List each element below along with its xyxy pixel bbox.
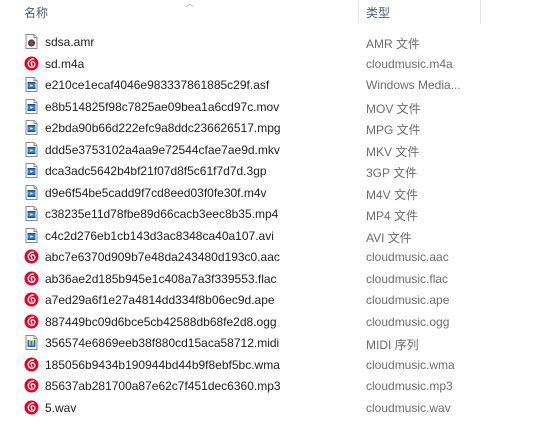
file-type: AMR 文件	[366, 37, 421, 51]
video-file-icon	[24, 141, 39, 157]
file-row[interactable]: e2bda90b66d222efc9a8ddc236626517.mpg MPG …	[0, 117, 534, 139]
file-name[interactable]: sdsa.amr	[45, 35, 94, 49]
windows-media-file-icon	[24, 77, 39, 92]
file-row[interactable]: sdsa.amr AMR 文件	[0, 31, 534, 53]
file-row[interactable]: c38235e11d78fbe89d66cacb3eec8b35.mp4 MP4 …	[0, 203, 534, 225]
file-name[interactable]: 887449bc09d6bce5cb42588db68fe2d8.ogg	[45, 315, 277, 329]
video-file-icon	[24, 98, 39, 114]
file-row[interactable]: e8b514825f98c7825ae09bea1a6cd97c.mov MOV …	[0, 96, 534, 118]
file-type: cloudmusic.wma	[366, 357, 455, 372]
file-name[interactable]: 185056b9434b190944bd44b9f8ebf5bc.wma	[45, 358, 280, 372]
video-file-icon	[24, 206, 39, 221]
file-type: Windows Media...	[366, 78, 461, 92]
file-name[interactable]: sd.m4a	[45, 57, 84, 71]
video-file-icon	[24, 120, 39, 135]
file-type: MPG 文件	[366, 123, 421, 137]
file-type: M4V 文件	[366, 187, 419, 202]
file-type: cloudmusic.mp3	[366, 379, 453, 393]
cloudmusic-icon	[24, 378, 39, 393]
file-row[interactable]: e210ce1ecaf4046e983337861885c29f.asf Wind…	[0, 74, 534, 96]
file-row[interactable]: 356574e6869eeb38f880cd15aca58712.midi MID…	[0, 332, 534, 354]
file-row[interactable]: dca3adc5642b4bf21f07d8f5c61f7d7d.3gp 3GP …	[0, 160, 534, 182]
cloudmusic-icon	[24, 271, 39, 286]
file-type: cloudmusic.aac	[366, 250, 449, 264]
file-type: cloudmusic.ape	[366, 293, 450, 307]
file-row[interactable]: 85637ab281700a87e62c7f451dec6360.mp3 clou…	[0, 375, 534, 397]
file-type: cloudmusic.m4a	[366, 56, 453, 71]
amr-file-icon	[24, 34, 39, 49]
file-type: MKV 文件	[366, 144, 420, 159]
file-row[interactable]: 5.wav cloudmusic.wav	[0, 397, 534, 419]
column-divider[interactable]	[358, 0, 359, 24]
file-type: cloudmusic.flac	[366, 271, 449, 286]
file-name[interactable]: a7ed29a6f1e27a4814dd334f8b06ec9d.ape	[45, 293, 275, 307]
file-name[interactable]: c4c2d276eb1cb143d3ac8348ca40a107.avi	[45, 229, 274, 243]
file-type: cloudmusic.ogg	[366, 314, 450, 329]
file-name[interactable]: e210ce1ecaf4046e983337861885c29f.asf	[45, 78, 269, 92]
video-file-icon	[24, 184, 39, 200]
cloudmusic-icon	[24, 400, 39, 415]
file-row[interactable]: d9e6f54be5cadd9f7cd8eed03f0fe30f.m4v M4V …	[0, 182, 534, 204]
column-divider[interactable]	[480, 0, 481, 24]
column-header-type[interactable]: 类型	[366, 4, 390, 21]
list-header: ︿ 名称 类型	[0, 0, 534, 24]
file-name[interactable]: abc7e6370d909b7e48da243480d193c0.aac	[45, 250, 280, 264]
file-row[interactable]: ab36ae2d185b945e1c408a7a3f339553.flac clo…	[0, 268, 534, 290]
file-type: MOV 文件	[366, 101, 421, 116]
sort-arrow-icon: ︿	[186, 0, 194, 8]
file-name[interactable]: 5.wav	[45, 401, 76, 415]
cloudmusic-icon	[24, 314, 39, 329]
file-row[interactable]: abc7e6370d909b7e48da243480d193c0.aac clou…	[0, 246, 534, 268]
cloudmusic-icon	[24, 357, 39, 372]
file-name[interactable]: d9e6f54be5cadd9f7cd8eed03f0fe30f.m4v	[45, 186, 267, 200]
file-name[interactable]: c38235e11d78fbe89d66cacb3eec8b35.mp4	[45, 207, 278, 221]
file-type: cloudmusic.wav	[366, 400, 451, 415]
column-header-name[interactable]: 名称	[24, 4, 48, 21]
file-type: AVI 文件	[366, 230, 412, 245]
file-name[interactable]: 85637ab281700a87e62c7f451dec6360.mp3	[45, 379, 281, 393]
file-list: sdsa.amr AMR 文件 sd.m4a cloudmusic.m4a e210ce…	[0, 31, 534, 418]
file-type: MIDI 序列	[366, 338, 419, 352]
file-name[interactable]: 356574e6869eeb38f880cd15aca58712.midi	[45, 336, 279, 350]
file-row[interactable]: a7ed29a6f1e27a4814dd334f8b06ec9d.ape clou…	[0, 289, 534, 311]
file-type: 3GP 文件	[366, 166, 418, 180]
cloudmusic-icon	[24, 292, 39, 307]
cloudmusic-icon	[24, 56, 39, 71]
file-name[interactable]: e2bda90b66d222efc9a8ddc236626517.mpg	[45, 121, 281, 135]
midi-file-icon	[24, 335, 39, 350]
file-row[interactable]: 887449bc09d6bce5cb42588db68fe2d8.ogg clou…	[0, 311, 534, 333]
file-row[interactable]: ddd5e3753102a4aa9e72544cfae7ae9d.mkv MKV …	[0, 139, 534, 161]
file-name[interactable]: ddd5e3753102a4aa9e72544cfae7ae9d.mkv	[45, 143, 280, 157]
file-name[interactable]: dca3adc5642b4bf21f07d8f5c61f7d7d.3gp	[45, 164, 267, 178]
file-row[interactable]: 185056b9434b190944bd44b9f8ebf5bc.wma clou…	[0, 354, 534, 376]
file-row[interactable]: sd.m4a cloudmusic.m4a	[0, 53, 534, 75]
file-type: MP4 文件	[366, 209, 419, 223]
video-file-icon	[24, 163, 39, 178]
file-row[interactable]: c4c2d276eb1cb143d3ac8348ca40a107.avi AVI …	[0, 225, 534, 247]
video-file-icon	[24, 227, 39, 243]
cloudmusic-icon	[24, 249, 39, 264]
file-name[interactable]: ab36ae2d185b945e1c408a7a3f339553.flac	[45, 272, 277, 286]
file-name[interactable]: e8b514825f98c7825ae09bea1a6cd97c.mov	[45, 100, 279, 114]
